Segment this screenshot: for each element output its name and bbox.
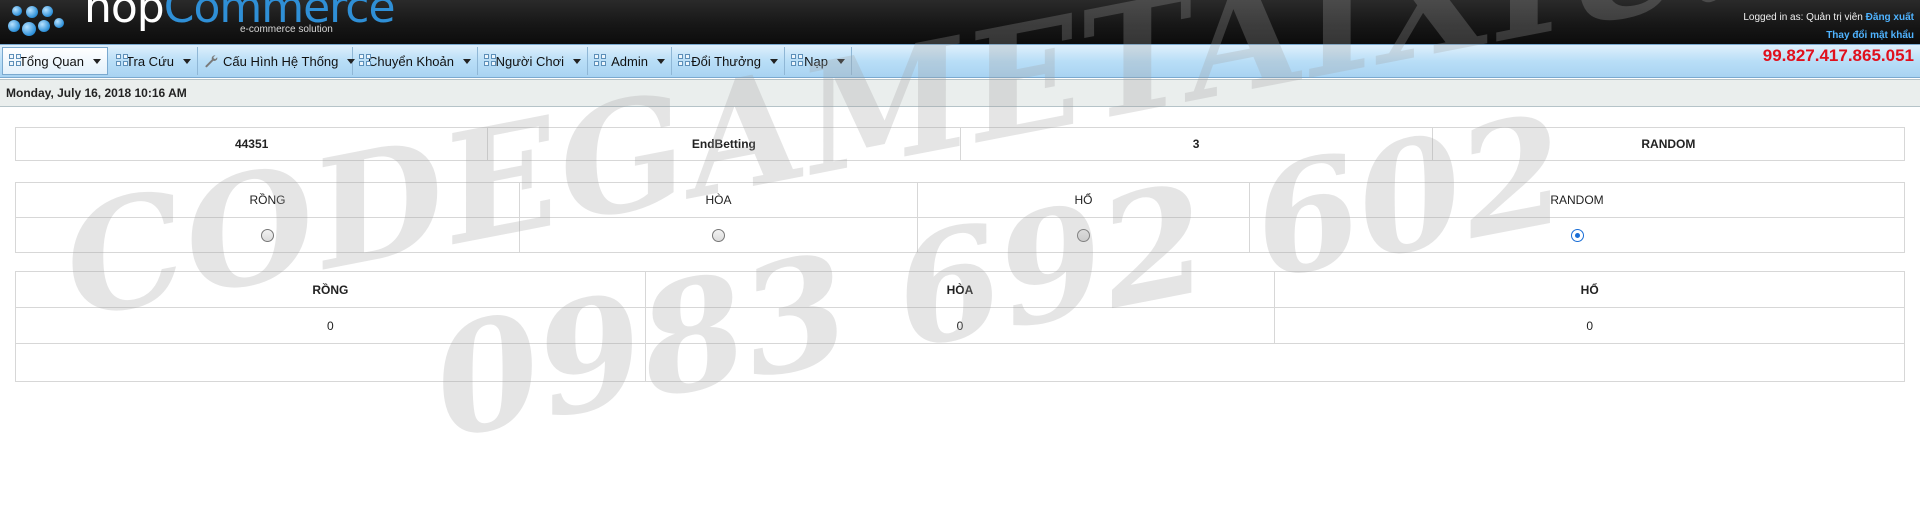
header-hoa: HÒA: [644, 271, 1276, 308]
choice-label-hoa: HÒA: [519, 182, 918, 218]
logo-nop: nop: [84, 0, 165, 33]
table-row: [15, 343, 1906, 382]
menu-label: Nạp: [804, 53, 828, 69]
value-rong: 0: [15, 307, 646, 344]
header-ho: HỔ: [1274, 271, 1905, 308]
menu-label: Cấu Hình Hệ Thống: [223, 53, 339, 69]
radio-rong[interactable]: [261, 229, 274, 243]
header-rong: RỒNG: [15, 271, 646, 308]
balance-display: 99.827.417.865.051: [1762, 46, 1914, 65]
change-password-link[interactable]: Thay đổi mật khẩu: [1826, 30, 1914, 41]
session-mode: RANDOM: [1431, 127, 1906, 161]
chevron-down-icon: [837, 58, 845, 64]
choice-cell-ho: [917, 217, 1250, 253]
choice-label-rong: RỒNG: [15, 182, 520, 218]
login-user-text: Logged in as: Quản trị viên: [1743, 12, 1863, 23]
chevron-down-icon: [183, 58, 191, 64]
radio-ho[interactable]: [1077, 229, 1090, 243]
grid-icon: [594, 54, 606, 68]
wrench-icon: [204, 54, 218, 68]
result-choice-table: RỒNG HÒA HỔ RANDOM: [15, 182, 1905, 253]
chevron-down-icon: [463, 58, 471, 64]
table-row: RỒNG HÒA HỔ RANDOM: [15, 182, 1905, 218]
empty-cell: [644, 343, 1906, 382]
grid-icon: [116, 54, 128, 68]
menu-label: Tra Cứu: [126, 53, 174, 69]
menu-item-nguoi-choi[interactable]: Người Chơi: [478, 47, 588, 75]
menu-label: Người Chơi: [495, 53, 564, 69]
choice-cell-rong: [15, 217, 520, 253]
menu-label: Chuyển Khoản: [367, 53, 454, 69]
logout-link[interactable]: Đăng xuất: [1866, 12, 1914, 23]
table-row: [15, 217, 1905, 253]
grid-icon: [484, 54, 496, 68]
chevron-down-icon: [657, 58, 665, 64]
table-row: 0 0 0: [15, 307, 1905, 344]
menu-item-chuyen-khoan[interactable]: Chuyển Khoản: [353, 47, 478, 75]
value-ho: 0: [1274, 307, 1905, 344]
empty-cell: [15, 343, 646, 382]
value-hoa: 0: [644, 307, 1276, 344]
session-info-table: 44351 EndBetting 3 RANDOM: [14, 127, 1906, 161]
radio-hoa[interactable]: [712, 229, 725, 243]
logo-subtitle: e-commerce solution: [240, 24, 333, 35]
chevron-down-icon: [573, 58, 581, 64]
grid-icon: [359, 54, 371, 68]
session-id: 44351: [14, 127, 489, 161]
bet-totals-table: RỒNG HÒA HỔ 0 0 0: [15, 271, 1906, 382]
table-header-row: RỒNG HÒA HỔ: [15, 271, 1905, 308]
menu-item-tong-quan[interactable]: Tổng Quan: [2, 47, 108, 75]
choice-cell-random: [1249, 217, 1905, 253]
date-bar: Monday, July 16, 2018 10:16 AM: [0, 79, 1920, 107]
session-state: EndBetting: [487, 127, 961, 161]
header: nopCommerce e-commerce solution Logged i…: [0, 0, 1920, 44]
menu-label: Đổi Thưởng: [691, 53, 761, 69]
menu-item-cau-hinh[interactable]: Cấu Hình Hệ Thống: [198, 47, 356, 75]
table-row: 44351 EndBetting 3 RANDOM: [14, 127, 1906, 161]
chevron-down-icon: [93, 58, 101, 64]
menu-item-tra-cuu[interactable]: Tra Cứu: [110, 47, 198, 75]
menu-item-doi-thuong[interactable]: Đổi Thưởng: [672, 47, 785, 75]
menu-label: Tổng Quan: [18, 53, 84, 69]
grid-icon: [9, 54, 21, 68]
main-menu: Tổng Quan Tra Cứu Cấu Hình Hệ Thống Chuy…: [0, 44, 1920, 78]
grid-icon: [678, 54, 690, 68]
menu-item-admin[interactable]: Admin: [588, 47, 672, 75]
logo-dots-icon: [4, 0, 64, 42]
menu-label: Admin: [611, 53, 648, 69]
session-count: 3: [959, 127, 1433, 161]
chevron-down-icon: [770, 58, 778, 64]
grid-icon: [791, 54, 803, 68]
menu-item-nap[interactable]: Nạp: [785, 47, 852, 75]
choice-label-random: RANDOM: [1249, 182, 1905, 218]
radio-random[interactable]: [1570, 229, 1584, 243]
login-info: Logged in as: Quản trị viên Đăng xuất: [1743, 12, 1914, 23]
choice-cell-hoa: [519, 217, 918, 253]
choice-label-ho: HỔ: [917, 182, 1250, 218]
